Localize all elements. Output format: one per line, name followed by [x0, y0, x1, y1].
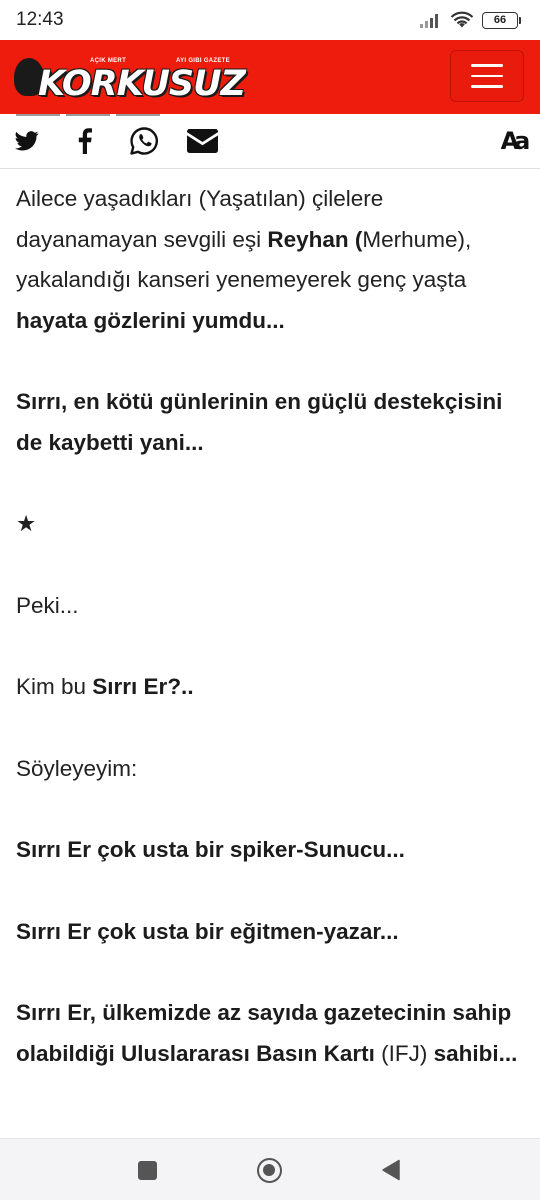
article-paragraph: Söyleyeyim:: [16, 755, 138, 781]
site-header: AÇIK MERT AYI GIBI GAZETE KORKUSUZ: [0, 40, 540, 114]
back-button[interactable]: [376, 1155, 406, 1185]
status-icons: 66: [420, 11, 521, 29]
home-button[interactable]: [254, 1155, 284, 1185]
signal-icon: [420, 14, 438, 28]
status-time: 12:43: [16, 9, 64, 30]
twitter-share-button[interactable]: [12, 126, 42, 156]
battery-icon: 66: [482, 11, 521, 29]
share-toolbar: Aa: [0, 114, 540, 169]
font-size-button[interactable]: Aa: [496, 126, 531, 156]
back-triangle-icon: [382, 1159, 400, 1181]
battery-level: 66: [493, 14, 507, 26]
logo-wordmark: KORKUSUZ: [38, 64, 246, 104]
article-paragraph: Peki...: [16, 592, 79, 618]
article-paragraph: Sırrı Er, ülkemizde az sayıda gazetecini…: [16, 1000, 518, 1066]
home-circle-icon: [256, 1157, 282, 1183]
whatsapp-icon: [130, 127, 158, 155]
hamburger-menu-icon: [471, 64, 503, 67]
wifi-icon: [450, 11, 474, 28]
article-paragraph: Ailece yaşadıkları (Yaşatılan) çilelere …: [16, 186, 472, 333]
mail-share-button[interactable]: [186, 126, 218, 156]
section-separator-star: ★: [16, 511, 37, 536]
mail-icon: [186, 129, 218, 153]
facebook-icon: [78, 128, 92, 154]
menu-button[interactable]: [450, 50, 524, 102]
article-paragraph: Sırrı, en kötü günlerinin en güçlü deste…: [16, 389, 503, 455]
facebook-share-button[interactable]: [72, 126, 98, 156]
article-paragraph: Kim bu Sırrı Er?..: [16, 674, 194, 699]
system-nav-bar: [0, 1138, 540, 1200]
clipped-text-remnant: [16, 114, 196, 118]
status-bar: 12:43 66: [0, 0, 540, 40]
whatsapp-share-button[interactable]: [128, 126, 160, 156]
article-paragraph: Sırrı Er çok usta bir eğitmen-yazar...: [16, 918, 399, 944]
recents-button[interactable]: [132, 1155, 162, 1185]
article-body: Ailece yaşadıkları (Yaşatılan) çilelere …: [16, 179, 524, 1074]
recents-square-icon: [137, 1160, 157, 1180]
twitter-icon: [15, 131, 39, 151]
article-paragraph: Sırrı Er çok usta bir spiker-Sunucu...: [16, 837, 405, 862]
site-logo[interactable]: AÇIK MERT AYI GIBI GAZETE KORKUSUZ: [14, 54, 246, 104]
